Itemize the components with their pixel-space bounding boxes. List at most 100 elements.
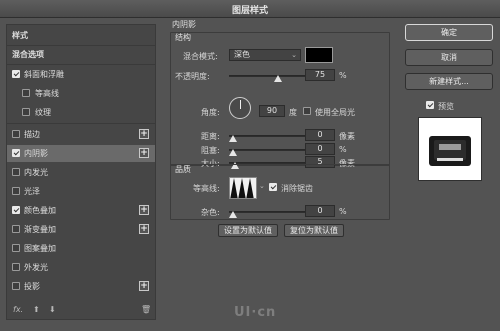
shadow-color-swatch[interactable] xyxy=(305,47,333,63)
style-list-item-color-overlay[interactable]: 颜色叠加 + xyxy=(7,202,155,219)
style-list-label: 斜面和浮雕 xyxy=(24,70,64,79)
angle-unit: 度 xyxy=(289,108,297,117)
divider xyxy=(7,64,155,65)
anti-alias-checkbox[interactable] xyxy=(269,183,277,191)
chevron-down-icon[interactable]: ⌄ xyxy=(259,182,265,190)
texture-checkbox[interactable] xyxy=(22,108,30,116)
style-list-label: 样式 xyxy=(12,31,28,40)
style-list-item-bevel-emboss[interactable]: 斜面和浮雕 xyxy=(7,66,155,83)
style-list-item-satin[interactable]: 光泽 xyxy=(7,183,155,200)
blend-mode-value: 深色 xyxy=(234,50,250,59)
contour-curve-icon xyxy=(230,178,254,198)
new-style-button[interactable]: 新建样式... xyxy=(405,73,493,90)
angle-label: 角度: xyxy=(201,108,220,117)
add-gradient-overlay-button[interactable]: + xyxy=(139,224,149,234)
stroke-checkbox[interactable] xyxy=(12,130,20,138)
distance-unit: 像素 xyxy=(339,132,355,141)
window-title: 图层样式 xyxy=(231,6,268,16)
preview-checkbox[interactable] xyxy=(426,101,434,109)
choke-label: 阻塞: xyxy=(201,146,220,155)
distance-input[interactable]: 0 xyxy=(305,129,335,141)
style-list-label: 混合选项 xyxy=(12,50,44,59)
style-list-label: 渐变叠加 xyxy=(24,225,56,234)
noise-unit: % xyxy=(339,207,347,216)
style-list-label: 纹理 xyxy=(35,108,51,117)
opacity-label: 不透明度: xyxy=(175,72,210,81)
style-list-label: 外发光 xyxy=(24,263,48,272)
bevel-emboss-checkbox[interactable] xyxy=(12,70,20,78)
pattern-overlay-checkbox[interactable] xyxy=(12,244,20,252)
opacity-slider-thumb[interactable] xyxy=(274,75,282,82)
move-up-icon[interactable]: ⬆ xyxy=(33,305,40,314)
style-list-item-gradient-overlay[interactable]: 渐变叠加 + xyxy=(7,221,155,238)
noise-label: 杂色: xyxy=(201,208,220,217)
style-list-item-stroke[interactable]: 描边 + xyxy=(7,126,155,143)
gradient-overlay-checkbox[interactable] xyxy=(12,225,20,233)
style-preview-thumbnail xyxy=(418,117,482,181)
style-list-item-blending-options[interactable]: 混合选项 xyxy=(7,46,155,63)
cancel-button[interactable]: 取消 xyxy=(405,49,493,66)
quality-group: 品质 等高线: ⌄ 消除锯齿 杂色: 0 % xyxy=(170,164,390,220)
angle-dial-needle xyxy=(240,100,241,109)
add-color-overlay-button[interactable]: + xyxy=(139,205,149,215)
anti-alias-label: 消除锯齿 xyxy=(281,184,313,193)
inner-shadow-settings: 内阴影 结构 混合模式: 深色 ⌄ 不透明度: 75 % 角度: 90 度 使用… xyxy=(164,18,396,331)
noise-slider-thumb[interactable] xyxy=(229,211,237,218)
distance-slider-thumb[interactable] xyxy=(229,135,237,142)
distance-slider-track[interactable] xyxy=(229,135,305,137)
style-list-label: 等高线 xyxy=(35,89,59,98)
fx-icon[interactable]: fx. xyxy=(13,305,23,314)
ok-button[interactable]: 确定 xyxy=(405,24,493,41)
contour-label: 等高线: xyxy=(193,184,220,193)
opacity-slider-track[interactable] xyxy=(229,75,305,77)
noise-slider-track[interactable] xyxy=(229,211,305,213)
outer-glow-checkbox[interactable] xyxy=(12,263,20,271)
style-list-label: 颜色叠加 xyxy=(24,206,56,215)
add-inner-shadow-button[interactable]: + xyxy=(139,148,149,158)
watermark-logo: UI·cn xyxy=(234,305,277,320)
color-overlay-checkbox[interactable] xyxy=(12,206,20,214)
style-list-item-drop-shadow[interactable]: 投影 + xyxy=(7,278,155,295)
style-list-label: 光泽 xyxy=(24,187,40,196)
style-list-item-outer-glow[interactable]: 外发光 xyxy=(7,259,155,276)
reset-to-default-button[interactable]: 复位为默认值 xyxy=(284,224,344,237)
layer-style-dialog: 样式 混合选项 斜面和浮雕 等高线 纹理 描边 + 内阴影 + 内发光 光泽 颜… xyxy=(0,18,500,331)
style-list-item-contour[interactable]: 等高线 xyxy=(7,85,155,102)
opacity-unit: % xyxy=(339,71,347,80)
style-list-panel: 样式 混合选项 斜面和浮雕 等高线 纹理 描边 + 内阴影 + 内发光 光泽 颜… xyxy=(6,24,156,320)
style-list-label: 内发光 xyxy=(24,168,48,177)
title-bar: 图层样式 xyxy=(0,0,500,18)
angle-dial[interactable] xyxy=(229,97,251,119)
trash-icon[interactable]: 🗑 xyxy=(141,305,151,314)
satin-checkbox[interactable] xyxy=(12,187,20,195)
set-as-default-button[interactable]: 设置为默认值 xyxy=(218,224,278,237)
use-global-light-label: 使用全局光 xyxy=(315,108,355,117)
style-list-item-styles[interactable]: 样式 xyxy=(7,27,155,44)
contour-preview[interactable] xyxy=(229,177,257,199)
quality-title: 品质 xyxy=(175,165,191,174)
choke-slider-thumb[interactable] xyxy=(229,149,237,156)
drop-shadow-checkbox[interactable] xyxy=(12,282,20,290)
use-global-light-checkbox[interactable] xyxy=(303,107,311,115)
style-list-label: 图案叠加 xyxy=(24,244,56,253)
move-down-icon[interactable]: ⬇ xyxy=(49,305,56,314)
distance-label: 距离: xyxy=(201,132,220,141)
style-list-item-inner-shadow[interactable]: 内阴影 + xyxy=(7,145,155,162)
chevron-down-icon: ⌄ xyxy=(291,51,297,59)
choke-input[interactable]: 0 xyxy=(305,143,335,155)
angle-input[interactable]: 90 xyxy=(259,105,285,117)
style-list-item-pattern-overlay[interactable]: 图案叠加 xyxy=(7,240,155,257)
choke-unit: % xyxy=(339,145,347,154)
add-stroke-button[interactable]: + xyxy=(139,129,149,139)
add-drop-shadow-button[interactable]: + xyxy=(139,281,149,291)
blend-mode-select[interactable]: 深色 ⌄ xyxy=(229,49,301,61)
inner-glow-checkbox[interactable] xyxy=(12,168,20,176)
style-list-item-texture[interactable]: 纹理 xyxy=(7,104,155,121)
style-list-label: 内阴影 xyxy=(24,149,48,158)
noise-input[interactable]: 0 xyxy=(305,205,335,217)
contour-checkbox[interactable] xyxy=(22,89,30,97)
inner-shadow-checkbox[interactable] xyxy=(12,149,20,157)
choke-slider-track[interactable] xyxy=(229,149,305,151)
opacity-input[interactable]: 75 xyxy=(305,69,335,81)
style-list-item-inner-glow[interactable]: 内发光 xyxy=(7,164,155,181)
